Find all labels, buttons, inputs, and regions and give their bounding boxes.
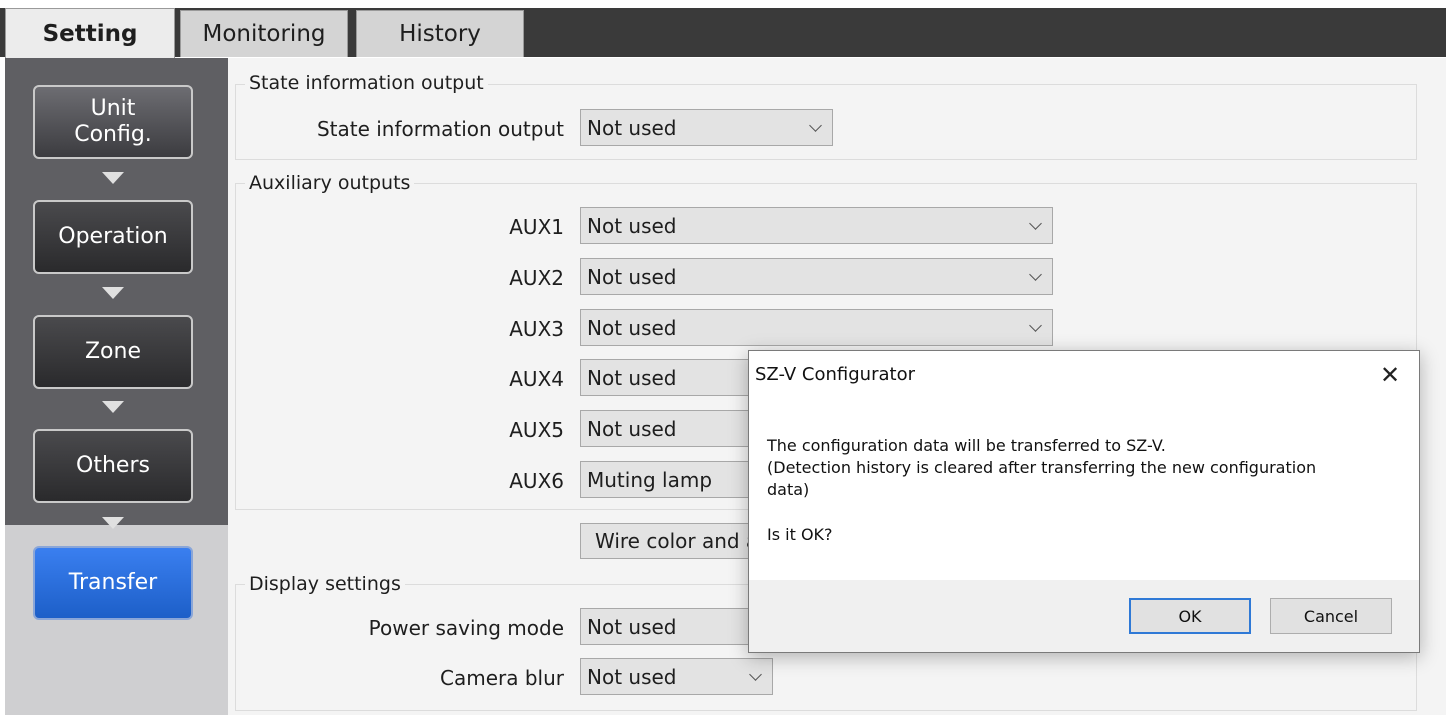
select-value: Not used [587,315,677,340]
aux-outputs-group-title: Auxiliary outputs [245,172,415,194]
sidebar-item-label: Operation [58,223,168,249]
sidebar-item-label: Transfer [68,569,158,595]
dialog-message-line3: data) [767,480,810,499]
dialog-question: Is it OK? [767,525,833,544]
state-info-label: State information output [316,117,564,141]
wire-color-button-label: Wire color and a [595,529,759,553]
flow-arrow-icon [102,517,124,529]
ok-button[interactable]: OK [1129,598,1251,634]
confirm-dialog: SZ-V Configurator ✕ The configuration da… [748,350,1420,653]
select-value: Not used [587,614,677,639]
tab-setting[interactable]: Setting [5,8,175,58]
tab-monitoring[interactable]: Monitoring [180,10,348,57]
select-value: Not used [587,264,677,289]
power-saving-select[interactable]: Not used [580,608,773,645]
aux6-label: AUX6 [509,469,564,493]
chevron-down-icon [749,668,762,681]
top-strip [0,0,1446,8]
sidebar-item-others[interactable]: Others [33,429,193,503]
dialog-footer: OK Cancel [749,580,1419,652]
sidebar-item-unit-config[interactable]: Unit Config. [33,85,193,159]
sidebar-item-transfer[interactable]: Transfer [33,546,193,620]
select-value: Muting lamp [587,467,713,492]
aux3-label: AUX3 [509,317,564,341]
tab-history[interactable]: History [356,10,524,57]
flow-arrow-icon [102,287,124,299]
aux5-label: AUX5 [509,418,564,442]
aux4-label: AUX4 [509,367,564,391]
flow-arrow-icon [102,172,124,184]
aux2-select[interactable]: Not used [580,258,1053,295]
camera-blur-select[interactable]: Not used [580,658,773,695]
chevron-down-icon [1029,217,1042,230]
select-value: Not used [587,416,677,441]
chevron-down-icon [809,119,822,132]
sidebar: Unit Config. Operation Zone Others Trans… [5,58,228,715]
select-value: Not used [587,365,677,390]
sidebar-item-operation[interactable]: Operation [33,200,193,274]
chevron-down-icon [1029,268,1042,281]
camera-blur-label: Camera blur [440,666,564,690]
sidebar-item-label: Zone [84,338,141,364]
sidebar-item-zone[interactable]: Zone [33,315,193,389]
power-saving-label: Power saving mode [368,616,564,640]
flow-arrow-icon [102,401,124,413]
select-value: Not used [587,213,677,238]
select-value: Not used [587,115,677,140]
close-icon[interactable]: ✕ [1375,360,1405,390]
dialog-message-line1: The configuration data will be transferr… [767,436,1166,455]
top-tab-bar: Setting Monitoring History [0,0,1446,58]
aux3-select[interactable]: Not used [580,309,1053,346]
select-value: Not used [587,664,677,689]
dialog-title: SZ-V Configurator [755,364,915,385]
cancel-button[interactable]: Cancel [1270,598,1392,634]
sidebar-item-label: Others [76,452,150,478]
aux1-label: AUX1 [509,215,564,239]
sidebar-item-label: Unit Config. [74,95,152,147]
aux2-label: AUX2 [509,266,564,290]
aux1-select[interactable]: Not used [580,207,1053,244]
display-settings-group-title: Display settings [245,573,405,595]
state-info-select[interactable]: Not used [580,109,833,146]
chevron-down-icon [1029,319,1042,332]
dialog-message-line2: (Detection history is cleared after tran… [767,458,1317,477]
state-info-group-title: State information output [245,72,488,94]
